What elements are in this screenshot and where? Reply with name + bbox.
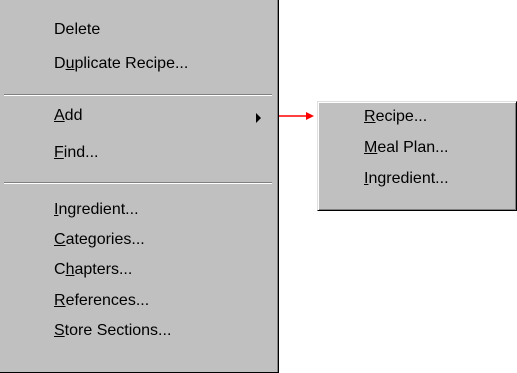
menu-separator — [4, 94, 272, 96]
menu-item-label: Find... — [54, 144, 99, 161]
menu-item-label: Chapters... — [54, 261, 133, 278]
menu-item-references[interactable]: References... — [0, 288, 276, 316]
menu-item-store-sections[interactable]: Store Sections... — [0, 318, 276, 346]
red-arrow-right-icon — [279, 112, 314, 120]
submenu-item-label: Recipe... — [364, 108, 428, 125]
menu-item-delete[interactable]: Delete — [0, 17, 276, 45]
submenu-item-label: Ingredient... — [364, 170, 449, 187]
submenu-item-recipe[interactable]: Recipe... — [318, 104, 514, 132]
menu-item-duplicate-recipe[interactable]: Duplicate Recipe... — [0, 51, 276, 79]
menu-item-label: Ingredient... — [54, 201, 139, 218]
menu-item-add[interactable]: Add — [0, 103, 276, 131]
submenu-item-label: Meal Plan... — [364, 139, 449, 156]
menu-item-categories[interactable]: Categories... — [0, 227, 276, 255]
menu-separator — [4, 182, 272, 184]
menu-item-label: Duplicate Recipe... — [54, 55, 189, 72]
submenu-item-ingredient[interactable]: Ingredient... — [318, 166, 514, 194]
menu-item-label: Add — [54, 107, 83, 124]
menu-item-label: Delete — [54, 21, 101, 38]
context-menu: Delete Duplicate Recipe... Add Find... I… — [0, 0, 279, 373]
menu-item-label: References... — [54, 292, 150, 309]
menu-item-chapters[interactable]: Chapters... — [0, 257, 276, 285]
add-submenu: Recipe... Meal Plan... Ingredient... — [317, 101, 517, 211]
menu-item-label: Categories... — [54, 231, 145, 248]
menu-item-ingredient[interactable]: Ingredient... — [0, 197, 276, 225]
menu-item-find[interactable]: Find... — [0, 140, 276, 168]
submenu-arrow-icon — [256, 113, 261, 123]
menu-item-label: Store Sections... — [54, 322, 172, 339]
submenu-item-meal-plan[interactable]: Meal Plan... — [318, 135, 514, 163]
